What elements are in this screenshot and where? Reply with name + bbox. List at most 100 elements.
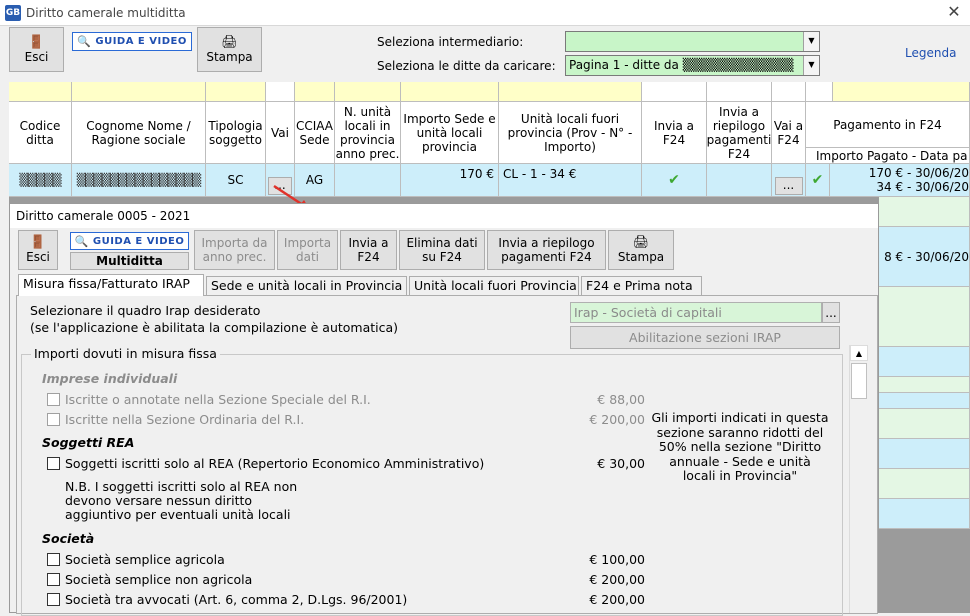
tab-misura-fissa[interactable]: Misura fissa/Fatturato IRAP xyxy=(18,274,204,296)
row-partial[interactable] xyxy=(879,469,970,499)
row-fuori[interactable]: CL - 1 - 34 € xyxy=(499,164,642,197)
exit-door-icon: 🚪 xyxy=(29,235,47,250)
filter-cell[interactable] xyxy=(833,82,970,102)
col-header[interactable]: Codice ditta xyxy=(9,102,72,164)
legenda-link[interactable]: Legenda xyxy=(905,46,956,60)
row-partial[interactable] xyxy=(879,287,970,347)
row-partial[interactable] xyxy=(879,377,970,393)
magnifier-icon: 🔍 xyxy=(74,234,89,248)
filter-cell[interactable] xyxy=(499,82,642,102)
row-partial[interactable] xyxy=(879,393,970,409)
checkbox-tra-avvocati[interactable] xyxy=(47,593,60,606)
checkbox-sezione-ordinaria[interactable] xyxy=(47,413,60,426)
dialog-esci-button[interactable]: 🚪 Esci xyxy=(18,230,58,270)
rea-title: Soggetti REA xyxy=(42,435,135,450)
row-unita[interactable] xyxy=(335,164,401,197)
window-title-bar: GB Diritto camerale multiditta ✕ xyxy=(0,0,970,26)
vertical-scrollbar[interactable]: ▲ xyxy=(849,345,868,613)
abilitazione-irap-button[interactable]: Abilitazione sezioni IRAP xyxy=(570,326,840,349)
invia-f24-button[interactable]: Invia a F24 xyxy=(340,230,397,270)
semplice-non-agricola-amount: € 200,00 xyxy=(589,572,645,587)
col-header[interactable]: Tipologia soggetto xyxy=(206,102,266,164)
checkbox-sezione-speciale[interactable] xyxy=(47,393,60,406)
nb-line1: N.B. I soggetti iscritti solo al REA non xyxy=(65,479,298,494)
irap-browse-button[interactable]: ... xyxy=(822,302,840,323)
app-logo-icon: GB xyxy=(5,5,21,21)
intermediario-select[interactable]: ▼ xyxy=(565,31,820,52)
sezione-speciale-amount: € 88,00 xyxy=(597,392,645,407)
tab-panel: Selezionare il quadro Irap desiderato (s… xyxy=(16,295,878,616)
row-partial[interactable] xyxy=(879,197,970,227)
row-nome[interactable]: ▒▒▒▒▒▒▒▒▒▒▒▒▒▒▒ xyxy=(72,164,206,197)
col-header[interactable]: Vai xyxy=(266,102,295,164)
ditte-label: Seleziona le ditte da caricare: xyxy=(377,59,556,73)
row-pag-check[interactable]: ✔ xyxy=(806,164,830,197)
row-importo[interactable]: 170 € xyxy=(401,164,499,197)
tab-f24-prima-nota[interactable]: F24 e Prima nota xyxy=(581,276,702,296)
irap-label: Selezionare il quadro Irap desiderato xyxy=(30,303,261,318)
col-header[interactable]: Unità locali fuori provincia (Prov - N° … xyxy=(499,102,642,164)
ditte-select[interactable]: Pagina 1 - ditte da ▒▒▒▒▒▒▒▒▒▒▒▒ ▼ xyxy=(565,55,820,76)
rea-amount: € 30,00 xyxy=(597,456,645,471)
societa-title: Società xyxy=(42,531,95,546)
col-header[interactable]: CCIAA Sede xyxy=(295,102,335,164)
multiditta-button[interactable]: Multiditta xyxy=(70,252,189,270)
check-icon: ✔ xyxy=(811,172,824,188)
col-header[interactable]: Importo Sede e unità locali provincia xyxy=(401,102,499,164)
imprese-title: Imprese individuali xyxy=(42,371,178,386)
tab-unita-fuori[interactable]: Unità locali fuori Provincia xyxy=(409,276,579,296)
row-vai-f24[interactable]: ... xyxy=(772,164,806,197)
scroll-thumb[interactable] xyxy=(851,363,867,399)
close-icon[interactable]: ✕ xyxy=(944,2,964,21)
guida-video-button[interactable]: 🔍 GUIDA E VIDEO xyxy=(72,32,192,51)
chevron-down-icon[interactable]: ▼ xyxy=(803,32,819,51)
scroll-up-icon[interactable]: ▲ xyxy=(850,345,868,361)
stampa-button[interactable]: 🖨 Stampa xyxy=(197,27,262,72)
tab-sede-unita[interactable]: Sede e unità locali in Provincia xyxy=(206,276,407,296)
row-invia-f24[interactable]: ✔ xyxy=(642,164,707,197)
group-title: Importi dovuti in misura fissa xyxy=(31,346,220,361)
checkbox-rea[interactable] xyxy=(47,457,60,470)
chevron-down-icon[interactable]: ▼ xyxy=(803,56,819,75)
importa-anno-button[interactable]: Importa da anno prec. xyxy=(194,230,275,270)
filter-cell[interactable] xyxy=(335,82,401,102)
row-pagamento[interactable]: 170 € - 30/06/20 34 € - 30/06/20 xyxy=(830,164,970,197)
filter-cell[interactable] xyxy=(9,82,72,102)
tra-avvocati-amount: € 200,00 xyxy=(589,592,645,607)
checkbox-semplice-agricola[interactable] xyxy=(47,553,60,566)
exit-door-icon: 🚪 xyxy=(28,34,45,50)
vai-f24-button[interactable]: ... xyxy=(774,177,803,195)
row-partial[interactable] xyxy=(879,409,970,439)
col-header[interactable]: Cognome Nome / Ragione sociale xyxy=(72,102,206,164)
col-header[interactable]: Vai a F24 xyxy=(772,102,806,164)
filter-cell[interactable] xyxy=(401,82,499,102)
row-partial[interactable] xyxy=(879,499,970,529)
row-tipologia[interactable]: SC xyxy=(206,164,266,197)
filter-cell xyxy=(266,82,295,102)
elimina-dati-button[interactable]: Elimina dati su F24 xyxy=(399,230,485,270)
filter-cell[interactable] xyxy=(72,82,206,102)
col-header[interactable]: Invia a riepilogo pagamenti F24 xyxy=(707,102,772,164)
filter-cell[interactable] xyxy=(206,82,266,102)
row-codice[interactable]: ▒▒▒▒▒ xyxy=(9,164,72,197)
dialog-stampa-button[interactable]: 🖨 Stampa xyxy=(608,230,674,270)
col-header[interactable]: N. unità locali in provincia anno prec. xyxy=(335,102,401,164)
dialog-title: Diritto camerale 0005 - 2021 xyxy=(16,209,191,223)
row-partial[interactable] xyxy=(879,347,970,377)
dialog-guida-button[interactable]: 🔍 GUIDA E VIDEO xyxy=(70,232,189,250)
checkbox-semplice-non-agricola[interactable] xyxy=(47,573,60,586)
row-partial[interactable]: 8 € - 30/06/20 xyxy=(879,227,970,287)
filter-cell xyxy=(707,82,772,102)
importa-dati-button[interactable]: Importa dati xyxy=(277,230,338,270)
filter-cell[interactable] xyxy=(295,82,335,102)
irap-sublabel: (se l'applicazione è abilitata la compil… xyxy=(30,320,399,335)
col-header[interactable]: Invia a F24 xyxy=(642,102,707,164)
dialog-title-bar: Diritto camerale 0005 - 2021 xyxy=(10,204,878,228)
row-partial[interactable] xyxy=(879,439,970,469)
esci-button[interactable]: 🚪 Esci xyxy=(9,27,64,72)
col-header[interactable]: Pagamento in F24 xyxy=(806,102,970,148)
irap-select[interactable]: Irap - Società di capitali xyxy=(570,302,822,323)
row-riepilogo[interactable] xyxy=(707,164,772,197)
invia-riepilogo-button[interactable]: Invia a riepilogo pagamenti F24 xyxy=(487,230,606,270)
nb-line3: aggiuntivo per eventuali unità locali xyxy=(65,507,291,522)
